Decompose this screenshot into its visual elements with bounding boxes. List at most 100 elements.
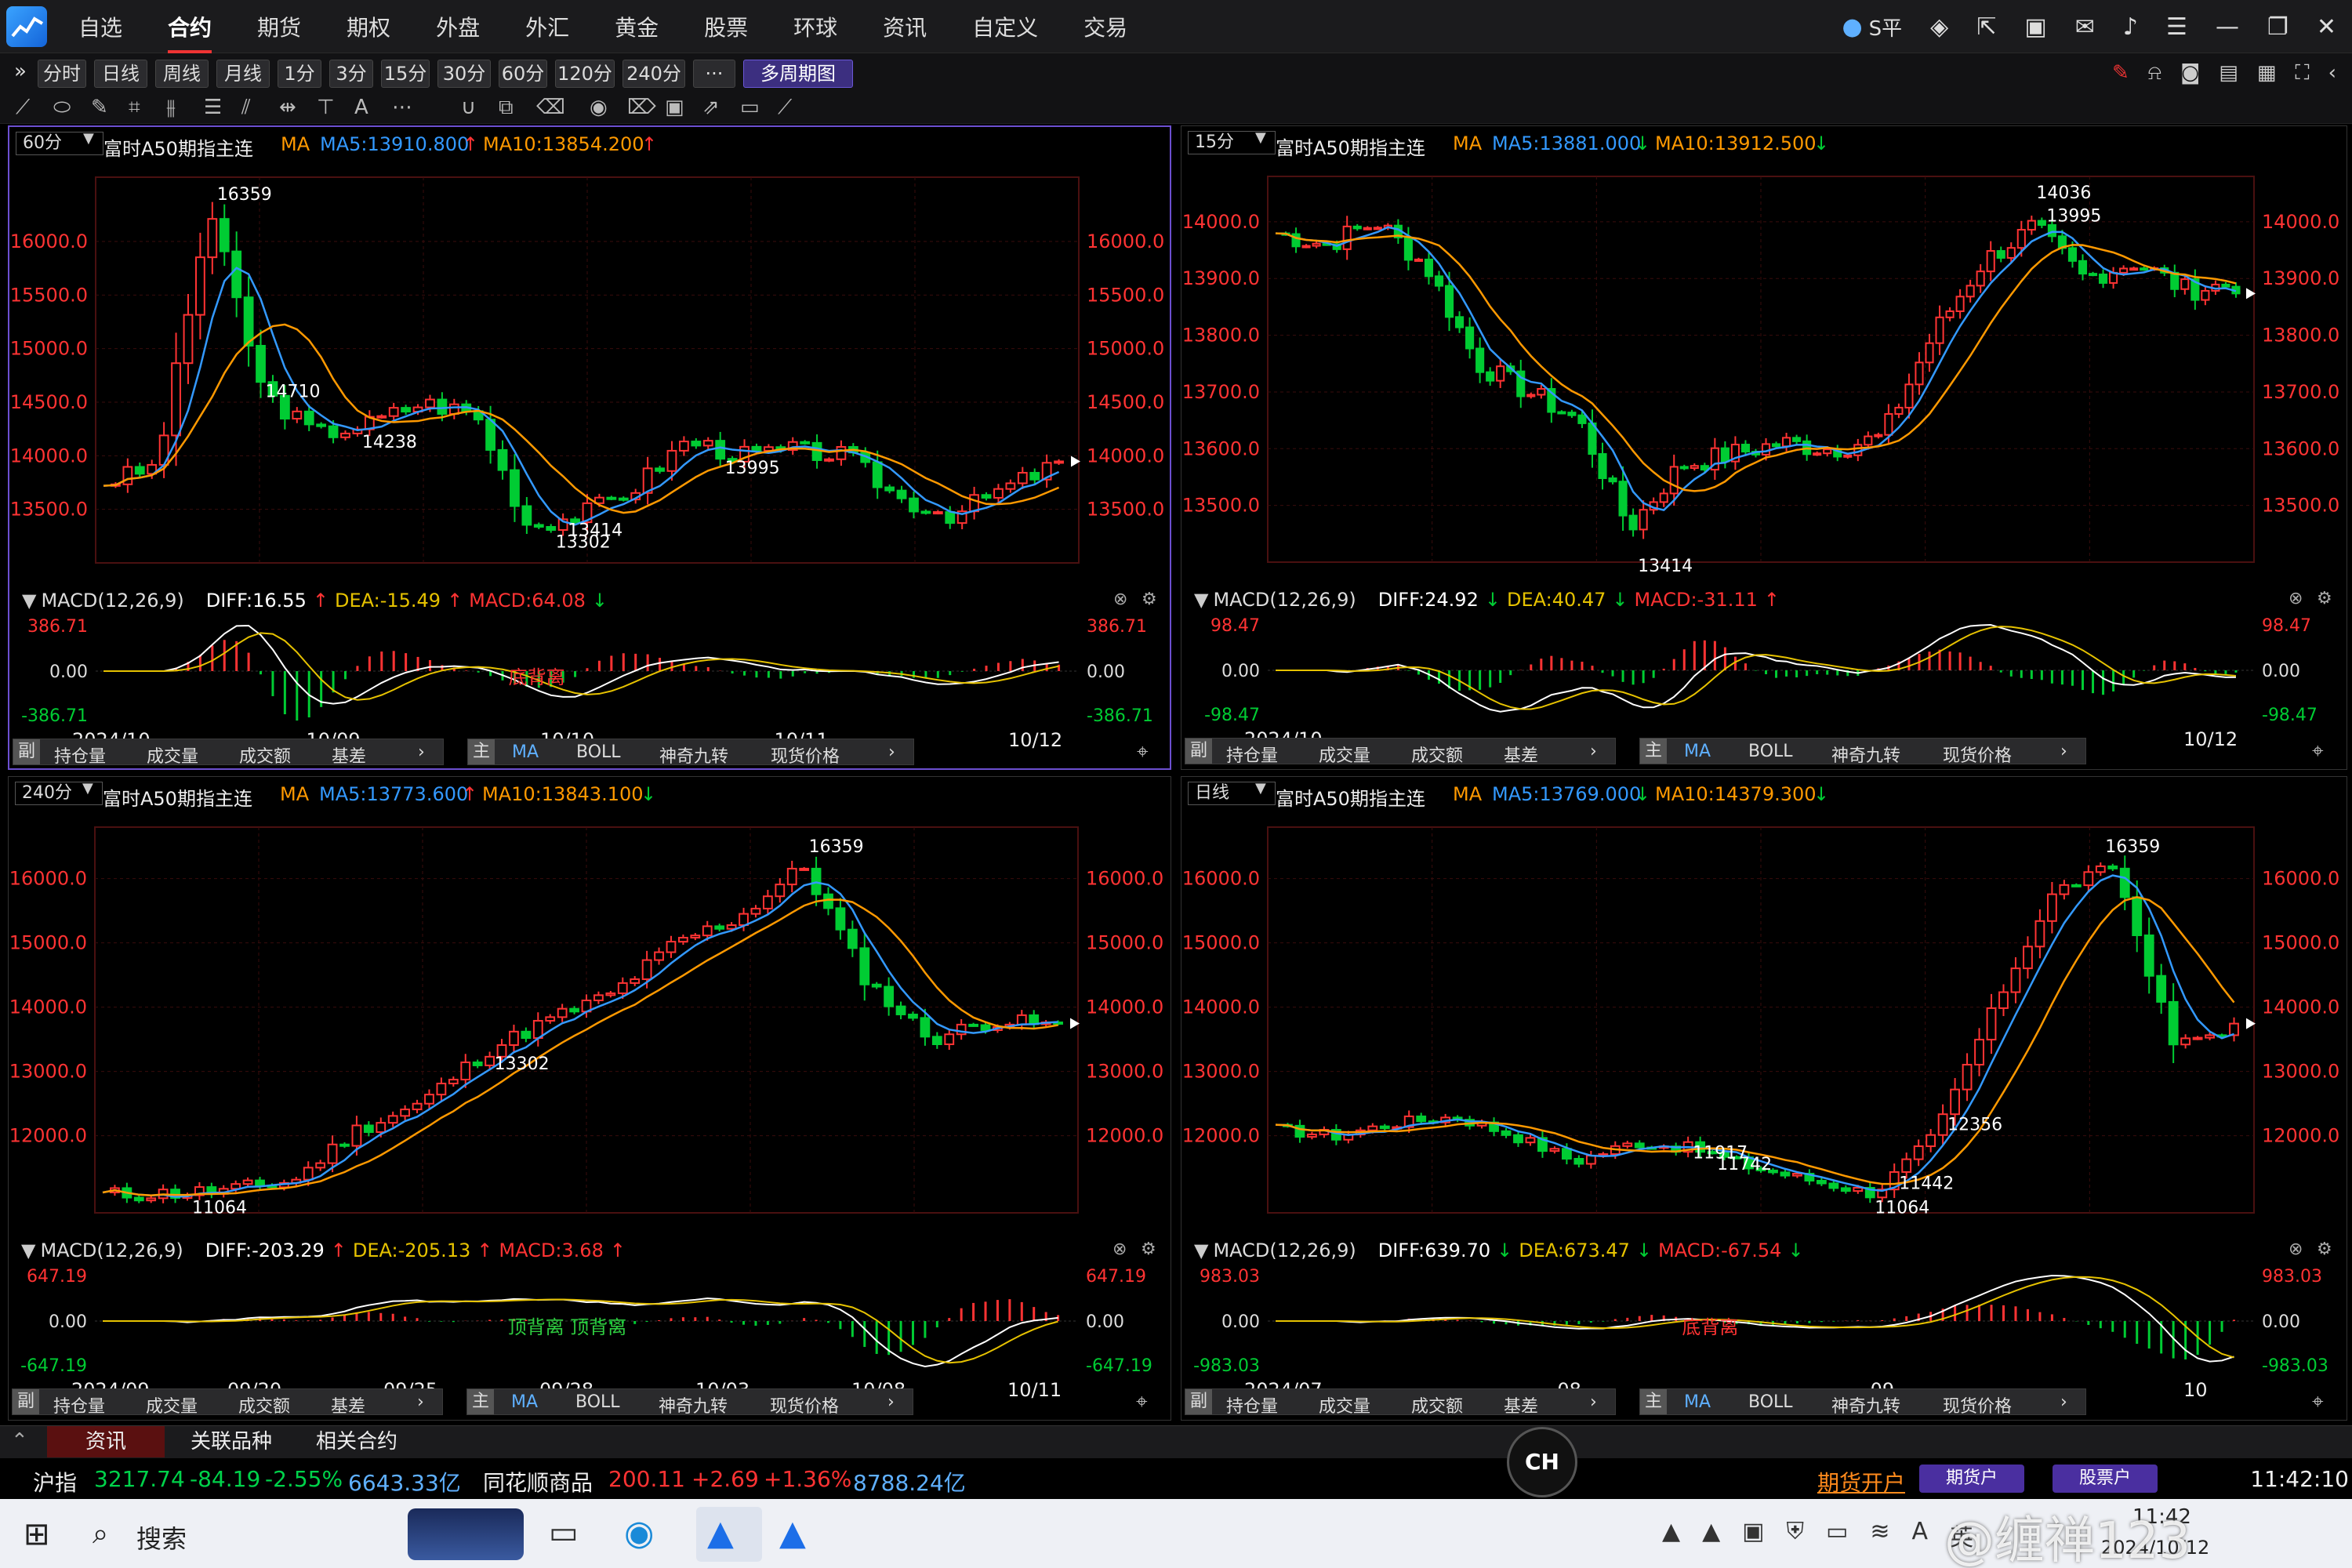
- nav-item-7[interactable]: 股票: [704, 11, 748, 42]
- main-tab-3[interactable]: 现货价格: [1943, 1392, 2012, 1417]
- location-pin-icon[interactable]: ⌖: [2312, 739, 2324, 764]
- macd-label[interactable]: MACD(12,26,9): [1213, 1240, 1356, 1261]
- nav-item-0[interactable]: 自选: [78, 11, 122, 42]
- instrument-name[interactable]: 富时A50期指主连: [1276, 132, 1425, 160]
- sub-tab-1[interactable]: 成交量: [147, 742, 198, 768]
- layers-tool-icon[interactable]: ▣: [665, 96, 684, 119]
- macd-collapse-icon[interactable]: ▼: [22, 590, 36, 612]
- macd-label[interactable]: MACD(12,26,9): [1213, 589, 1356, 611]
- main-tab-3[interactable]: 现货价格: [1943, 742, 2012, 767]
- alarm-icon[interactable]: ⍾: [2148, 61, 2161, 85]
- futures-user-button[interactable]: 期货户: [1919, 1465, 2024, 1493]
- windows-start-icon[interactable]: ⊞: [24, 1516, 50, 1552]
- sub-tab-2[interactable]: 成交额: [1411, 1392, 1463, 1417]
- share-icon[interactable]: ⇱: [1976, 13, 1996, 41]
- nav-item-11[interactable]: 交易: [1083, 11, 1127, 42]
- instrument-name[interactable]: 富时A50期指主连: [103, 133, 253, 161]
- period-button-9[interactable]: 120分: [555, 60, 615, 88]
- price-chart[interactable]: 14000.0 14000.0 13900.0 13900.0 13800.0 13800…: [1181, 158, 2348, 581]
- main-tab-1[interactable]: BOLL: [1748, 742, 1793, 761]
- nav-item-6[interactable]: 黄金: [615, 11, 659, 42]
- expand-icon[interactable]: »: [14, 60, 27, 83]
- price-chart[interactable]: 16000.0 16000.0 15000.0 15000.0 14000.0 14000…: [9, 808, 1172, 1232]
- main-tab-3[interactable]: 现货价格: [770, 1392, 839, 1417]
- period-button-12[interactable]: 多周期图: [743, 60, 853, 88]
- main-tab-3[interactable]: 现货价格: [771, 742, 840, 768]
- period-button-7[interactable]: 30分: [437, 60, 491, 88]
- main-tab-1[interactable]: BOLL: [575, 1392, 620, 1412]
- macd-chart[interactable]: 98.47 0.00 -98.47 98.47 0.00 -98.47: [1181, 615, 2348, 725]
- draw-pen-icon[interactable]: ✎: [2112, 61, 2129, 85]
- tray-wifi-icon[interactable]: ≋: [1870, 1518, 1889, 1552]
- period-button-2[interactable]: 周线: [155, 60, 209, 88]
- main-tab-2[interactable]: 神奇九转: [1831, 1392, 1900, 1417]
- main-tab-0[interactable]: MA: [1684, 742, 1711, 761]
- sub-tab-1[interactable]: 成交量: [146, 1392, 198, 1417]
- export-tool-icon[interactable]: ⇗: [702, 96, 720, 119]
- main-tabs-next-icon[interactable]: ›: [888, 742, 895, 762]
- macd-collapse-icon[interactable]: ▼: [21, 1240, 35, 1261]
- sub-tab-1[interactable]: 成交量: [1319, 1392, 1370, 1417]
- tonghuashun-icon[interactable]: ▲: [707, 1513, 734, 1553]
- bars-tool-icon[interactable]: ⫵: [166, 96, 176, 120]
- chevron-down-icon[interactable]: ▼: [82, 780, 93, 797]
- sub-tab-3[interactable]: 基差: [1504, 742, 1538, 767]
- period-button-11[interactable]: ···: [693, 60, 735, 88]
- magnet-tool-icon[interactable]: ∪: [461, 96, 476, 119]
- mail-icon[interactable]: ✉: [2075, 13, 2095, 41]
- settings-macd-icon[interactable]: ⚙: [1142, 590, 1157, 609]
- camera-icon[interactable]: ◙: [2180, 61, 2200, 85]
- nav-item-9[interactable]: 资讯: [883, 11, 927, 42]
- trash-tool-icon[interactable]: ⌦: [627, 96, 656, 119]
- restore-icon[interactable]: ❐: [2267, 13, 2288, 41]
- main-tab-1[interactable]: BOLL: [576, 742, 621, 762]
- collapse-icon[interactable]: ‹: [2328, 61, 2336, 85]
- tray-battery-icon[interactable]: ▭: [1826, 1518, 1848, 1552]
- price-chart[interactable]: 16000.0 16000.0 15500.0 15500.0 15000.0 15000…: [9, 158, 1173, 582]
- window-icon[interactable]: ▤: [2219, 61, 2238, 85]
- main-tab-2[interactable]: 神奇九转: [659, 742, 728, 768]
- macd-label[interactable]: MACD(12,26,9): [41, 590, 183, 612]
- close-icon[interactable]: ✕: [2317, 13, 2336, 41]
- nav-item-10[interactable]: 自定义: [972, 11, 1038, 42]
- chevron-down-icon[interactable]: ▼: [83, 130, 94, 147]
- sub-tab-0[interactable]: 持仓量: [1226, 742, 1278, 767]
- instrument-name[interactable]: 富时A50期指主连: [1276, 783, 1425, 811]
- tray-shield-icon[interactable]: ⛨: [1787, 1518, 1805, 1552]
- tonghuashun2-icon[interactable]: ▲: [779, 1513, 806, 1553]
- menu-icon[interactable]: ☰: [2166, 13, 2187, 41]
- ticker2-name[interactable]: 同花顺商品: [483, 1466, 593, 1497]
- ellipse-tool-icon[interactable]: ⬭: [53, 96, 71, 120]
- sub-tab-3[interactable]: 基差: [1504, 1392, 1538, 1417]
- main-tab-0[interactable]: MA: [512, 742, 539, 762]
- pencil-tool-icon[interactable]: ✎: [91, 96, 108, 119]
- instrument-name[interactable]: 富时A50期指主连: [103, 783, 252, 811]
- ticker-name[interactable]: 沪指: [33, 1466, 77, 1497]
- period-button-6[interactable]: 15分: [381, 60, 430, 88]
- sub-tab-3[interactable]: 基差: [331, 1392, 365, 1417]
- tray-display-icon[interactable]: ▣: [1742, 1518, 1764, 1552]
- nav-item-1[interactable]: 合约: [168, 11, 212, 53]
- search-icon[interactable]: ⌕: [93, 1518, 108, 1551]
- main-tab-0[interactable]: MA: [1684, 1392, 1711, 1412]
- close-macd-icon[interactable]: ⊗: [1113, 590, 1127, 609]
- settings-macd-icon[interactable]: ⚙: [2317, 589, 2332, 608]
- account-globe-icon[interactable]: ●: [1842, 13, 1862, 41]
- period-button-3[interactable]: 月线: [216, 60, 270, 88]
- line-tool-icon[interactable]: ⟋: [16, 96, 30, 120]
- level-tool-icon[interactable]: ⊤: [317, 96, 335, 119]
- sub-tab-3[interactable]: 基差: [332, 742, 366, 768]
- sub-tab-2[interactable]: 成交额: [1411, 742, 1463, 767]
- grid-icon[interactable]: ▦: [2257, 61, 2277, 85]
- location-pin-icon[interactable]: ⌖: [1137, 740, 1149, 764]
- futures-account-link[interactable]: 期货开户: [1817, 1466, 1905, 1497]
- task-view-icon[interactable]: ▭: [549, 1515, 579, 1551]
- edge-browser-icon[interactable]: ◉: [624, 1513, 654, 1553]
- nav-item-5[interactable]: 外汇: [525, 11, 569, 42]
- settings-macd-icon[interactable]: ⚙: [1141, 1240, 1156, 1259]
- nav-item-3[interactable]: 期权: [347, 11, 390, 42]
- bottom-tab-2[interactable]: 相关合约: [298, 1426, 416, 1457]
- text-lines-tool-icon[interactable]: ☰: [204, 96, 222, 119]
- nav-item-8[interactable]: 环球: [793, 11, 837, 42]
- macd-chart[interactable]: 647.19 0.00 -647.19 647.19 0.00 -647.19 顶背离 顶背…: [9, 1266, 1172, 1376]
